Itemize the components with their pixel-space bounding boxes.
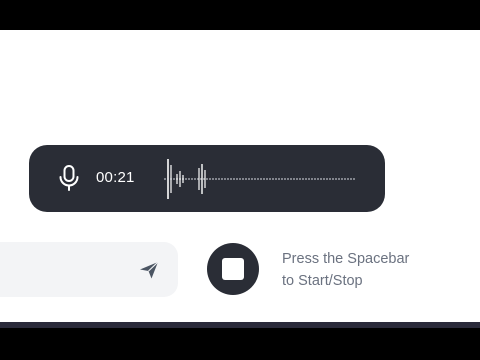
stop-recording-button[interactable]	[207, 243, 259, 295]
keyboard-hint: Press the Spacebar to Start/Stop	[282, 248, 409, 292]
hint-line-2: to Start/Stop	[282, 273, 363, 289]
stop-icon	[222, 258, 244, 280]
bottom-edge-bar	[0, 322, 480, 328]
microphone-icon[interactable]	[56, 164, 82, 192]
send-icon[interactable]	[138, 260, 160, 280]
recording-timer: 00:21	[96, 169, 135, 186]
hint-line-1: Press the Spacebar	[282, 251, 410, 267]
waveform-icon	[164, 159, 355, 199]
